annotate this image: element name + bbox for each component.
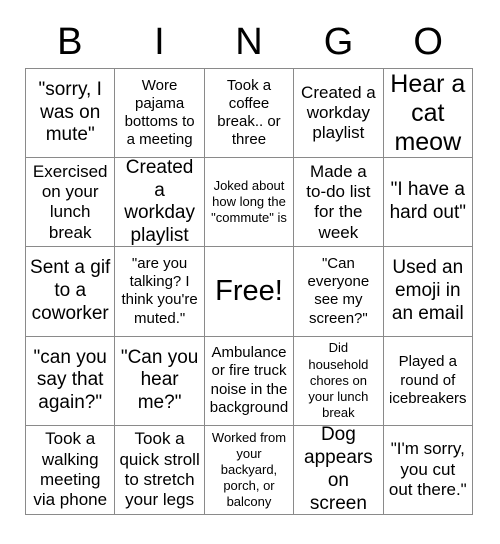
- bingo-cell-label: "can you say that again?": [33, 346, 107, 414]
- bingo-cell[interactable]: Used an emoji in an email: [383, 247, 473, 337]
- bingo-cell[interactable]: "Can everyone see my screen?": [294, 247, 384, 337]
- bingo-cell-label: Created a workday playlist: [301, 82, 376, 143]
- bingo-cell-label: "Can you hear me?": [120, 346, 199, 414]
- bingo-cell[interactable]: "sorry, I was on mute": [26, 69, 116, 159]
- bingo-cell-label: Created a workday playlist: [124, 158, 195, 247]
- bingo-cell[interactable]: Hear a cat meow: [383, 69, 473, 159]
- bingo-cell-label: "I have a hard out": [389, 179, 467, 224]
- bingo-cell[interactable]: Dog appears on screen: [294, 425, 384, 515]
- bingo-cell[interactable]: Sent a gif to a coworker: [26, 247, 116, 337]
- bingo-cell[interactable]: Took a walking meeting via phone: [26, 425, 116, 515]
- bingo-cell[interactable]: Joked about how long the "commute" is: [204, 158, 295, 248]
- bingo-cell[interactable]: Exercised on your lunch break: [26, 158, 116, 248]
- bingo-header-letter-i: I: [154, 21, 165, 63]
- bingo-cell-label: Hear a cat meow: [390, 69, 466, 156]
- bingo-cell-label: Dog appears on screen: [304, 425, 373, 514]
- bingo-cell-label: Joked about how long the "commute" is: [211, 178, 287, 226]
- bingo-cell-label: Wore pajama bottoms to a meeting: [124, 76, 195, 149]
- bingo-header-letter-g: G: [323, 21, 354, 63]
- bingo-cell-label: Free!: [215, 274, 283, 307]
- bingo-cell-label: Made a to-do list for the week: [306, 161, 371, 242]
- bingo-header-letter-b: B: [57, 21, 83, 63]
- bingo-cell[interactable]: Wore pajama bottoms to a meeting: [115, 69, 205, 159]
- bingo-cell[interactable]: "I'm sorry, you cut out there.": [383, 425, 473, 515]
- bingo-grid: "sorry, I was on mute" Wore pajama bottom…: [25, 68, 473, 515]
- bingo-cell-label: Ambulance or fire truck noise in the bac…: [209, 344, 289, 416]
- bingo-cell[interactable]: "are you talking? I think you're muted.": [115, 247, 205, 337]
- bingo-cell-label: "Can everyone see my screen?": [307, 254, 370, 327]
- bingo-cell-label: Took a walking meeting via phone: [33, 429, 108, 510]
- bingo-cell-label: Exercised on your lunch break: [32, 161, 108, 242]
- bingo-header-letter-o: O: [413, 21, 443, 63]
- bingo-cell-free-space[interactable]: Free!: [204, 247, 295, 337]
- bingo-cell[interactable]: Took a coffee break.. or three: [204, 69, 295, 159]
- bingo-cell-label: Sent a gif to a coworker: [30, 257, 111, 324]
- bingo-card: B I N G O "sorry, I was on mute" Wore paj…: [0, 0, 500, 544]
- bingo-cell-label: Played a round of icebreakers: [389, 353, 467, 407]
- bingo-cell-label: "are you talking? I think you're muted.": [121, 254, 198, 327]
- bingo-cell-label: Took a quick stroll to stretch your legs: [119, 429, 200, 510]
- bingo-header-letter-n: N: [235, 21, 263, 63]
- bingo-cell[interactable]: Worked from your backyard, porch, or bal…: [204, 425, 295, 515]
- bingo-cell[interactable]: Played a round of icebreakers: [383, 336, 473, 426]
- bingo-cell[interactable]: "I have a hard out": [383, 158, 473, 248]
- bingo-cell[interactable]: Made a to-do list for the week: [294, 158, 384, 248]
- bingo-cell[interactable]: "Can you hear me?": [115, 336, 205, 426]
- bingo-cell[interactable]: Took a quick stroll to stretch your legs: [115, 425, 205, 515]
- bingo-cell-label: Used an emoji in an email: [391, 257, 464, 324]
- bingo-header: B I N G O: [25, 18, 473, 66]
- bingo-cell-label: Worked from your backyard, porch, or bal…: [211, 429, 287, 510]
- bingo-cell-label: "I'm sorry, you cut out there.": [388, 439, 467, 500]
- bingo-cell-label: Did household chores on your lunch break: [308, 340, 369, 420]
- bingo-cell[interactable]: Ambulance or fire truck noise in the bac…: [204, 336, 295, 426]
- bingo-cell[interactable]: Created a workday playlist: [115, 158, 205, 248]
- bingo-cell[interactable]: Created a workday playlist: [294, 69, 384, 159]
- bingo-cell[interactable]: Did household chores on your lunch break: [294, 336, 384, 426]
- bingo-cell-label: Took a coffee break.. or three: [217, 76, 281, 149]
- bingo-cell[interactable]: "can you say that again?": [26, 336, 116, 426]
- bingo-cell-label: "sorry, I was on mute": [38, 78, 102, 146]
